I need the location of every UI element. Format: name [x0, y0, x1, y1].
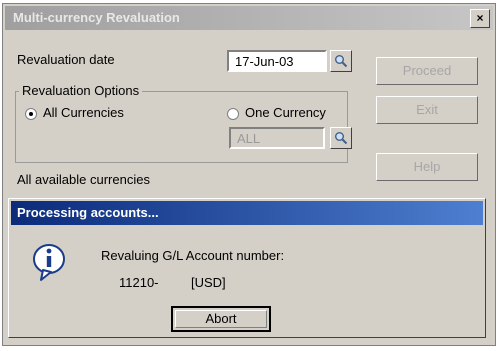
dialog-titlebar: Processing accounts... — [11, 201, 483, 225]
dialog-title: Processing accounts... — [17, 205, 159, 220]
revaluation-options-label: Revaluation Options — [19, 83, 143, 98]
date-lookup-button[interactable] — [330, 50, 352, 72]
window-titlebar: Multi-currency Revaluation × — [5, 6, 493, 30]
currency-field[interactable]: ALL — [229, 127, 325, 149]
currency-code: [USD] — [191, 275, 226, 290]
close-button[interactable]: × — [470, 9, 490, 28]
help-button[interactable]: Help — [376, 153, 478, 181]
one-currency-radio[interactable] — [227, 108, 239, 120]
processing-dialog: Processing accounts... Revaluing G/L Acc… — [8, 198, 486, 338]
one-currency-label[interactable]: One Currency — [245, 105, 326, 120]
abort-label: Abort — [205, 311, 237, 326]
processing-message: Revaluing G/L Account number: — [101, 248, 285, 263]
proceed-button[interactable]: Proceed — [376, 57, 478, 85]
magnifier-icon — [335, 55, 348, 68]
revaluation-date-field[interactable]: 17-Jun-03 — [227, 50, 327, 72]
account-number: 11210- — [119, 275, 159, 290]
window-title: Multi-currency Revaluation — [13, 10, 180, 25]
all-currencies-label[interactable]: All Currencies — [43, 105, 124, 120]
status-text: All available currencies — [17, 172, 150, 187]
info-icon — [33, 244, 65, 281]
all-currencies-radio[interactable] — [25, 108, 37, 120]
abort-button[interactable]: Abort — [171, 306, 271, 332]
magnifier-icon — [335, 132, 348, 145]
exit-button[interactable]: Exit — [376, 96, 478, 124]
currency-lookup-button[interactable] — [330, 127, 352, 149]
revaluation-date-label: Revaluation date — [17, 52, 115, 67]
radio-selected-dot — [29, 112, 33, 116]
